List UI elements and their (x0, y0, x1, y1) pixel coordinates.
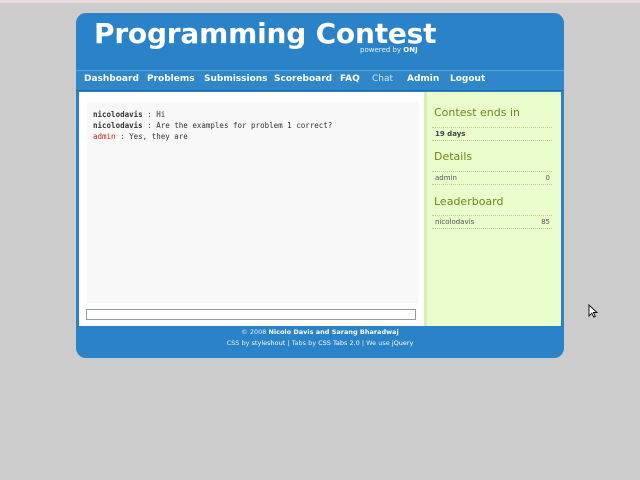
css-by-label: CSS by (226, 339, 250, 347)
powered-by-label: powered by ONJ (360, 46, 418, 54)
nav-chat[interactable]: Chat (372, 74, 393, 84)
chat-separator: : (147, 121, 152, 130)
top-border-line (0, 0, 640, 3)
chat-log[interactable]: nicolodavis : Hi nicolodavis : Are the e… (87, 102, 419, 303)
nav-scoreboard[interactable]: Scoreboard (274, 74, 332, 84)
footer-credits: CSS by styleshout | Tabs by CSS Tabs 2.0… (76, 339, 564, 347)
chat-message: nicolodavis : Are the examples for probl… (93, 121, 332, 130)
chat-text: Hi (156, 110, 166, 119)
footer: © 2008 Nicolo Davis and Sarang Bharadwaj… (76, 328, 564, 347)
page-frame: Programming Contest powered by ONJ Dashb… (76, 13, 564, 358)
chat-separator: : (120, 132, 125, 141)
chat-separator: : (147, 110, 152, 119)
chat-message: nicolodavis : Hi (93, 110, 165, 119)
chat-username: nicolodavis (93, 121, 143, 130)
footer-copyright: © 2008 Nicolo Davis and Sarang Bharadwaj (76, 328, 564, 336)
nav-logout[interactable]: Logout (450, 74, 485, 84)
chat-text: Are the examples for problem 1 correct? (156, 121, 333, 130)
chat-text: Yes, they are (129, 132, 188, 141)
nav-dashboard[interactable]: Dashboard (84, 74, 139, 84)
contest-ends-heading: Contest ends in (434, 106, 520, 119)
we-use-label: | We use (361, 339, 390, 347)
main-navigation: Dashboard Problems Submissions Scoreboar… (76, 70, 564, 91)
powered-by-brand: ONJ (403, 46, 418, 54)
details-heading: Details (434, 150, 473, 163)
leaderboard-heading: Leaderboard (434, 195, 504, 208)
details-row: admin 0 (432, 171, 552, 185)
nav-submissions[interactable]: Submissions (204, 74, 268, 84)
chat-message: admin : Yes, they are (93, 132, 188, 141)
chat-input[interactable] (86, 309, 416, 320)
main-content: nicolodavis : Hi nicolodavis : Are the e… (79, 92, 561, 326)
nav-faq[interactable]: FAQ (340, 74, 360, 84)
details-label: admin (435, 174, 457, 182)
css-tabs-link[interactable]: CSS Tabs 2.0 (318, 339, 360, 347)
nav-admin[interactable]: Admin (407, 74, 439, 84)
contest-remaining-row: 19 days (432, 127, 552, 141)
chat-username: admin (93, 132, 116, 141)
copyright-authors: Nicolo Davis and Sarang Bharadwaj (268, 328, 399, 336)
leaderboard-user: nicolodavis (435, 218, 475, 226)
mouse-cursor-icon (588, 304, 598, 318)
sidebar: Contest ends in 19 days Details admin 0 … (424, 92, 561, 326)
copyright-prefix: © 2008 (241, 328, 267, 336)
leaderboard-score: 85 (541, 218, 550, 226)
powered-by-prefix: powered by (360, 46, 402, 54)
jquery-link[interactable]: jQuery (392, 339, 414, 347)
nav-problems[interactable]: Problems (147, 74, 195, 84)
chat-username: nicolodavis (93, 110, 143, 119)
contest-remaining-value: 19 days (435, 130, 466, 138)
leaderboard-row[interactable]: nicolodavis 85 (432, 215, 552, 229)
styleshout-link[interactable]: styleshout (252, 339, 286, 347)
details-value: 0 (545, 174, 550, 182)
tabs-by-label: | Tabs by (287, 339, 317, 347)
